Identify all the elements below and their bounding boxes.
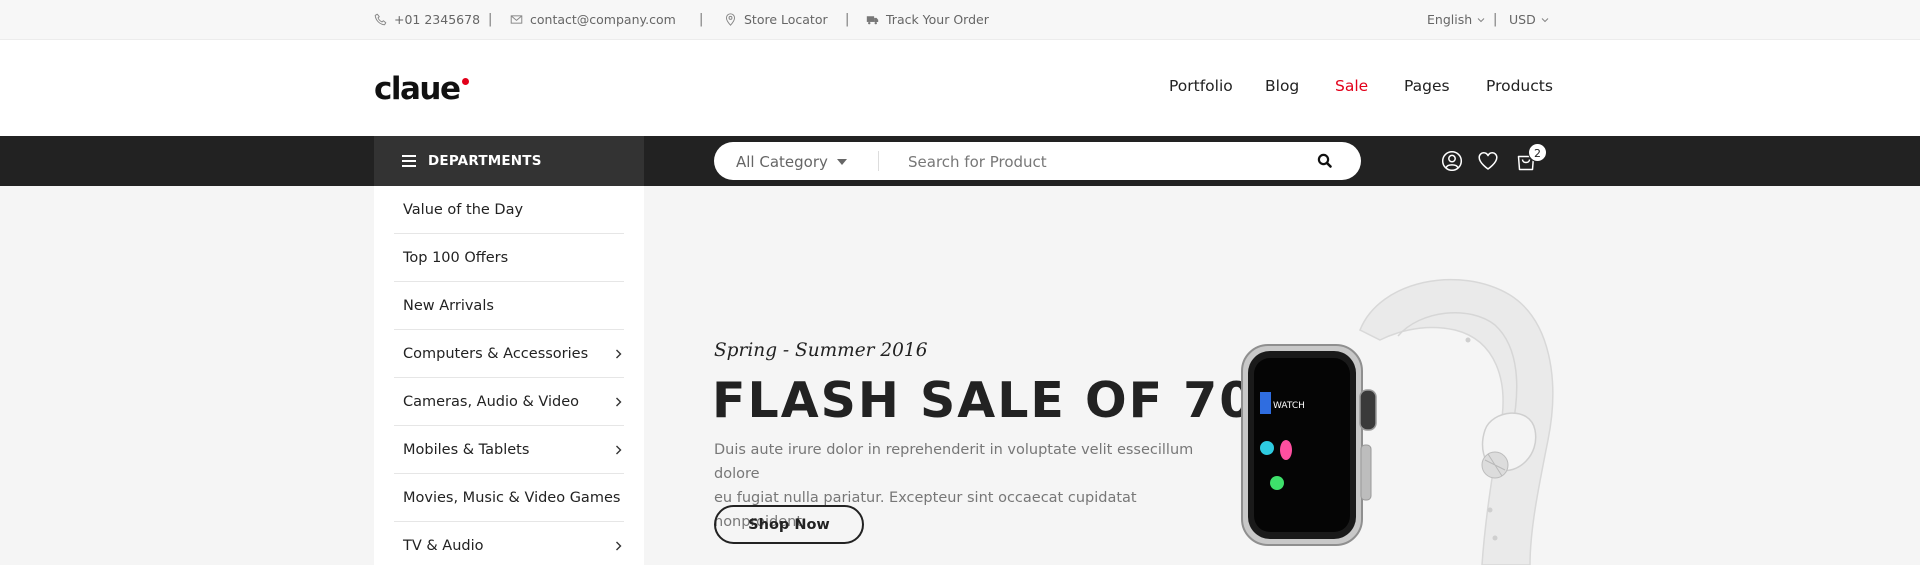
menu-item-computers-accessories[interactable]: Computers & Accessories — [394, 330, 624, 378]
hero-title: FLASH SALE OF 70% — [712, 372, 1307, 429]
currency-select[interactable]: USD — [1509, 12, 1549, 27]
mail-icon — [510, 13, 523, 26]
nav-blog[interactable]: Blog — [1265, 77, 1299, 95]
search-input[interactable] — [908, 151, 1308, 173]
topbar-separator: | — [488, 12, 493, 27]
email-contact[interactable]: contact@company.com — [510, 12, 676, 27]
hero-description-line: Duis aute irure dolor in reprehenderit i… — [714, 442, 1194, 482]
menu-item-label: Value of the Day — [403, 201, 524, 218]
watch-screen-label: WATCH — [1273, 401, 1305, 411]
menu-item-value-of-the-day[interactable]: Value of the Day — [394, 186, 624, 234]
menu-item-label: Movies, Music & Video Games — [403, 489, 621, 506]
smartwatch-image: WATCH — [1241, 278, 1554, 565]
store-locator-link[interactable]: Store Locator — [724, 12, 828, 27]
phone-icon — [374, 13, 387, 26]
chevron-right-icon — [615, 397, 622, 407]
menu-item-top-100-offers[interactable]: Top 100 Offers — [394, 234, 624, 282]
nav-portfolio[interactable]: Portfolio — [1169, 77, 1233, 95]
heart-icon[interactable] — [1477, 150, 1499, 172]
track-order-label: Track Your Order — [886, 12, 989, 27]
user-icon[interactable] — [1441, 150, 1463, 172]
departments-button[interactable]: DEPARTMENTS — [374, 136, 644, 186]
search-icon[interactable] — [1316, 152, 1334, 170]
menu-item-label: Mobiles & Tablets — [403, 441, 530, 458]
nav-sale[interactable]: Sale — [1335, 77, 1368, 95]
logo-dot — [462, 78, 469, 85]
hero-subtitle: Spring - Summer 2016 — [714, 340, 928, 361]
menu-item-tv-audio[interactable]: TV & Audio — [394, 522, 624, 565]
top-bar: +01 2345678 | contact@company.com | Stor… — [0, 0, 1920, 40]
search-bar: All Category — [714, 142, 1361, 180]
phone-number: +01 2345678 — [394, 12, 481, 27]
departments-label: DEPARTMENTS — [428, 153, 542, 169]
caret-down-icon — [836, 159, 847, 165]
shop-now-button[interactable]: Shop Now — [714, 505, 864, 544]
track-order-link[interactable]: Track Your Order — [866, 12, 989, 27]
category-select[interactable]: All Category — [736, 153, 847, 171]
topbar-separator: | — [845, 12, 850, 27]
map-pin-icon — [724, 13, 737, 26]
email-address: contact@company.com — [530, 12, 676, 27]
language-value: English — [1427, 12, 1473, 27]
topbar-separator: | — [1493, 12, 1498, 27]
chevron-right-icon — [615, 541, 622, 551]
topbar-separator: | — [699, 12, 704, 27]
menu-item-mobiles-tablets[interactable]: Mobiles & Tablets — [394, 426, 624, 474]
toolbar: DEPARTMENTS All Category 2 — [0, 136, 1920, 186]
language-select[interactable]: English — [1427, 12, 1485, 27]
menu-icon — [402, 155, 416, 167]
truck-icon — [866, 13, 879, 26]
menu-item-label: TV & Audio — [403, 538, 484, 554]
menu-item-movies-music-games[interactable]: Movies, Music & Video Games — [394, 474, 624, 522]
cart-count-badge: 2 — [1528, 143, 1547, 162]
nav-products[interactable]: Products — [1486, 77, 1553, 95]
phone-contact[interactable]: +01 2345678 — [374, 12, 480, 27]
chevron-right-icon — [615, 445, 622, 455]
menu-item-label: Cameras, Audio & Video — [403, 393, 580, 410]
menu-item-label: Computers & Accessories — [403, 345, 589, 362]
menu-item-new-arrivals[interactable]: New Arrivals — [394, 282, 624, 330]
menu-item-label: New Arrivals — [403, 297, 494, 314]
currency-value: USD — [1509, 12, 1536, 27]
chevron-right-icon — [615, 349, 622, 359]
search-divider — [878, 151, 879, 171]
menu-item-cameras-audio-video[interactable]: Cameras, Audio & Video — [394, 378, 624, 426]
main-header: claue Portfolio Blog Sale Pages Products — [0, 40, 1920, 136]
site-logo[interactable]: claue — [374, 74, 461, 105]
menu-item-label: Top 100 Offers — [403, 249, 509, 266]
store-locator-label: Store Locator — [744, 12, 828, 27]
chevron-down-icon — [1477, 16, 1485, 24]
category-select-value: All Category — [736, 153, 828, 171]
nav-pages[interactable]: Pages — [1404, 77, 1450, 95]
chevron-down-icon — [1541, 16, 1549, 24]
departments-menu: Value of the Day Top 100 Offers New Arri… — [374, 186, 644, 565]
